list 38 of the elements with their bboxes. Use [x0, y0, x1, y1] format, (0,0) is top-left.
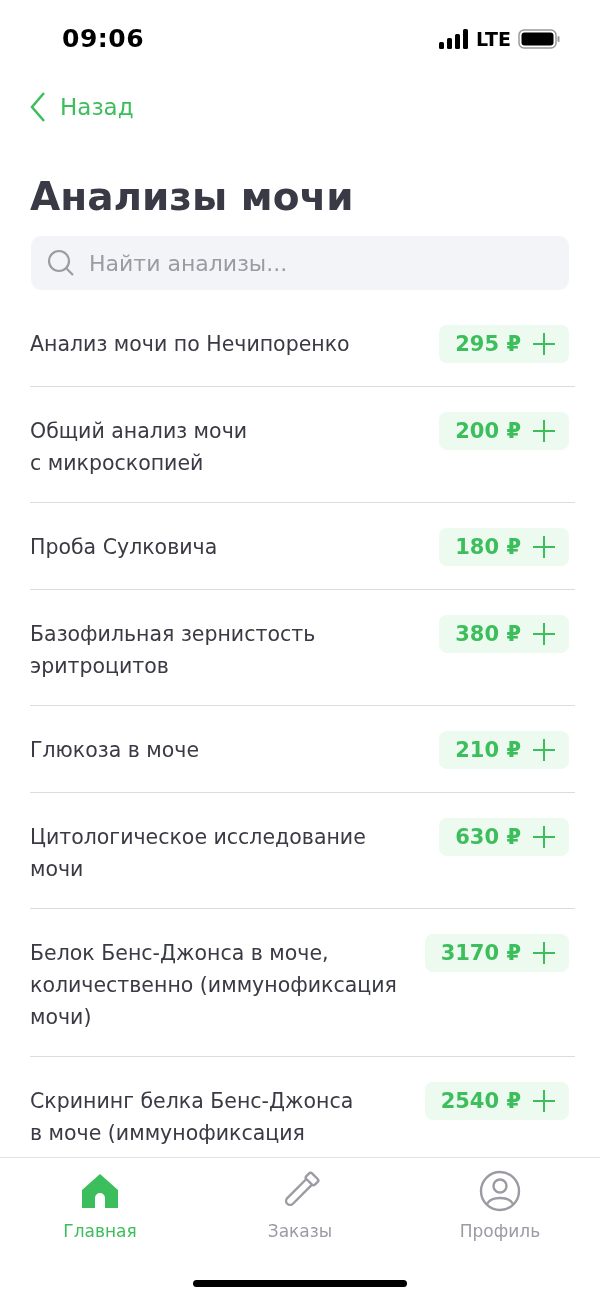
add-price-button[interactable]: 380 ₽: [439, 615, 569, 653]
plus-icon: [533, 333, 555, 355]
plus-icon: [533, 942, 555, 964]
signal-icon: [439, 28, 470, 49]
plus-icon: [533, 536, 555, 558]
test-name: Анализ мочи по Нечипоренко: [30, 331, 350, 358]
profile-icon: [479, 1170, 521, 1212]
test-name: Глюкоза в моче: [30, 737, 200, 764]
test-name: Цитологическое исследование мочи: [30, 824, 366, 883]
add-price-button[interactable]: 200 ₽: [439, 412, 569, 450]
search-icon: [47, 249, 75, 277]
add-price-button[interactable]: 630 ₽: [439, 818, 569, 856]
plus-icon: [533, 623, 555, 645]
search-field[interactable]: Найти анализы...: [31, 236, 569, 290]
home-icon: [81, 1173, 119, 1209]
page-title: Анализы мочи: [30, 173, 355, 221]
add-price-button[interactable]: 180 ₽: [439, 528, 569, 566]
add-price-button[interactable]: 3170 ₽: [424, 934, 569, 972]
tab-bar-item[interactable]: Главная: [0, 1168, 200, 1242]
add-price-button[interactable]: 2540 ₽: [424, 1082, 569, 1120]
status-time: 09:06: [62, 24, 145, 53]
test-name: Проба Сулковича: [30, 534, 218, 561]
tab-bar-item[interactable]: Заказы: [200, 1168, 400, 1242]
test-name: Базофильная зернистость эритроцитов: [30, 621, 316, 680]
tab-bar-item[interactable]: Профиль: [400, 1168, 600, 1242]
add-price-button[interactable]: 295 ₽: [439, 325, 569, 363]
chevron-left-icon: [30, 91, 46, 123]
plus-icon: [533, 1090, 555, 1112]
test-name: Белок Бенс-Джонса в моче, количественно (иммунофиксация мочи): [30, 940, 397, 1031]
test-name: Скрининг белка Бенс-Джонса в моче (иммунофиксация: [30, 1088, 354, 1147]
back-link[interactable]: Назад: [30, 91, 134, 123]
add-price-button[interactable]: 210 ₽: [439, 731, 569, 769]
plus-icon: [533, 739, 555, 761]
plus-icon: [533, 420, 555, 442]
test-name: Общий анализ мочи с микроскопией: [30, 418, 248, 477]
network-label: LTE: [476, 27, 511, 50]
battery-icon: [518, 28, 560, 49]
plus-icon: [533, 826, 555, 848]
